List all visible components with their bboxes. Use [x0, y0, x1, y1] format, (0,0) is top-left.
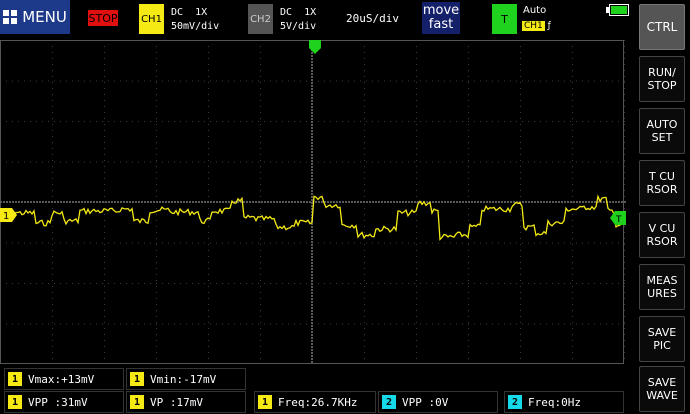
measure-vmin[interactable]: 1 Vmin: -17mV [126, 368, 246, 390]
measure-ch1-vp[interactable]: 1 VP : 17mV [126, 391, 246, 413]
measure-label: Freq: [528, 395, 562, 409]
channel-tag: 2 [508, 395, 522, 409]
measure-value: 26.7KHz [311, 395, 358, 409]
measure-label: VP : [150, 395, 177, 409]
measure-ch2-freq[interactable]: 2 Freq: 0Hz [504, 391, 624, 413]
measures-button[interactable]: MEAS URES [639, 264, 685, 310]
run-stop-button[interactable]: RUN/ STOP [639, 56, 685, 102]
ch1-offset-marker[interactable]: 1 [0, 208, 17, 222]
trigger-source: CH1 ƒ [522, 21, 551, 31]
trigger-mode: Auto [523, 5, 547, 16]
ctrl-button[interactable]: CTRL [639, 4, 685, 50]
measure-value: 0Hz [561, 395, 581, 409]
measure-value: -17mV [183, 372, 217, 386]
move-speed-button[interactable]: move fast [422, 2, 460, 34]
channel-tag: 1 [258, 395, 272, 409]
measure-label: VPP : [402, 395, 436, 409]
waveform-display[interactable]: 1 T [0, 40, 632, 364]
trigger-edge-icon: ƒ [547, 21, 551, 31]
auto-set-button[interactable]: AUTO SET [639, 108, 685, 154]
measure-vmax[interactable]: 1 Vmax: +13mV [4, 368, 124, 390]
speed-label: fast [428, 17, 454, 32]
measure-label: Vmax: [28, 372, 62, 386]
menu-label: MENU [22, 8, 67, 26]
menu-button[interactable]: MENU [0, 0, 70, 34]
ch1-scale: 50mV/div [171, 21, 220, 32]
ch1-badge[interactable]: CH1 [139, 4, 164, 34]
timebase-readout[interactable]: 20uS/div [346, 12, 399, 25]
ch1-settings[interactable]: DC 1X 50mV/div [171, 6, 219, 34]
top-status-bar: MENU STOP CH1 DC 1X 50mV/div CH2 DC 1X 5… [0, 0, 632, 38]
run-state-badge[interactable]: STOP [88, 10, 118, 26]
measure-value: 17mV [176, 395, 204, 409]
measurement-panel: 1 Vmax: +13mV 1 Vmin: -17mV 1 VPP : 31mV… [0, 366, 690, 414]
measure-value: +13mV [61, 372, 95, 386]
measure-value: 31mV [61, 395, 88, 409]
trigger-badge[interactable]: T [492, 4, 517, 34]
measure-ch1-freq[interactable]: 1 Freq: 26.7KHz [254, 391, 376, 413]
measure-label: Vmin: [150, 372, 184, 386]
channel-tag: 2 [382, 395, 396, 409]
move-label: move [422, 3, 460, 18]
trigger-level-marker[interactable]: T [610, 211, 626, 225]
measure-ch1-vpp[interactable]: 1 VPP : 31mV [4, 391, 124, 413]
channel-tag: 1 [8, 372, 22, 386]
measure-ch2-vpp[interactable]: 2 VPP : 0V [378, 391, 498, 413]
battery-icon [606, 4, 629, 16]
trigger-level-label: T [615, 215, 622, 225]
measure-label: VPP : [28, 395, 62, 409]
channel-tag: 1 [130, 395, 144, 409]
ch1-offset-label: 1 [3, 211, 9, 222]
channel-tag: 1 [130, 372, 144, 386]
measure-label: Freq: [278, 395, 312, 409]
save-pic-button[interactable]: SAVE PIC [639, 316, 685, 362]
t-cursor-button[interactable]: T CU RSOR [639, 160, 685, 206]
ch2-settings[interactable]: DC 1X 5V/div [280, 6, 316, 34]
ch2-coupling: DC 1X [280, 7, 317, 18]
ch2-scale: 5V/div [280, 21, 317, 32]
sidebar: CTRL RUN/ STOP AUTO SET T CU RSOR V CU R… [634, 0, 690, 414]
trigger-source-channel: CH1 [522, 21, 545, 31]
menu-grid-icon [3, 10, 18, 24]
ch1-coupling: DC 1X [171, 7, 208, 18]
measure-value: 0V [435, 395, 449, 409]
ch2-badge[interactable]: CH2 [248, 4, 273, 34]
trigger-position-marker[interactable] [309, 40, 321, 54]
channel-tag: 1 [8, 395, 22, 409]
v-cursor-button[interactable]: V CU RSOR [639, 212, 685, 258]
